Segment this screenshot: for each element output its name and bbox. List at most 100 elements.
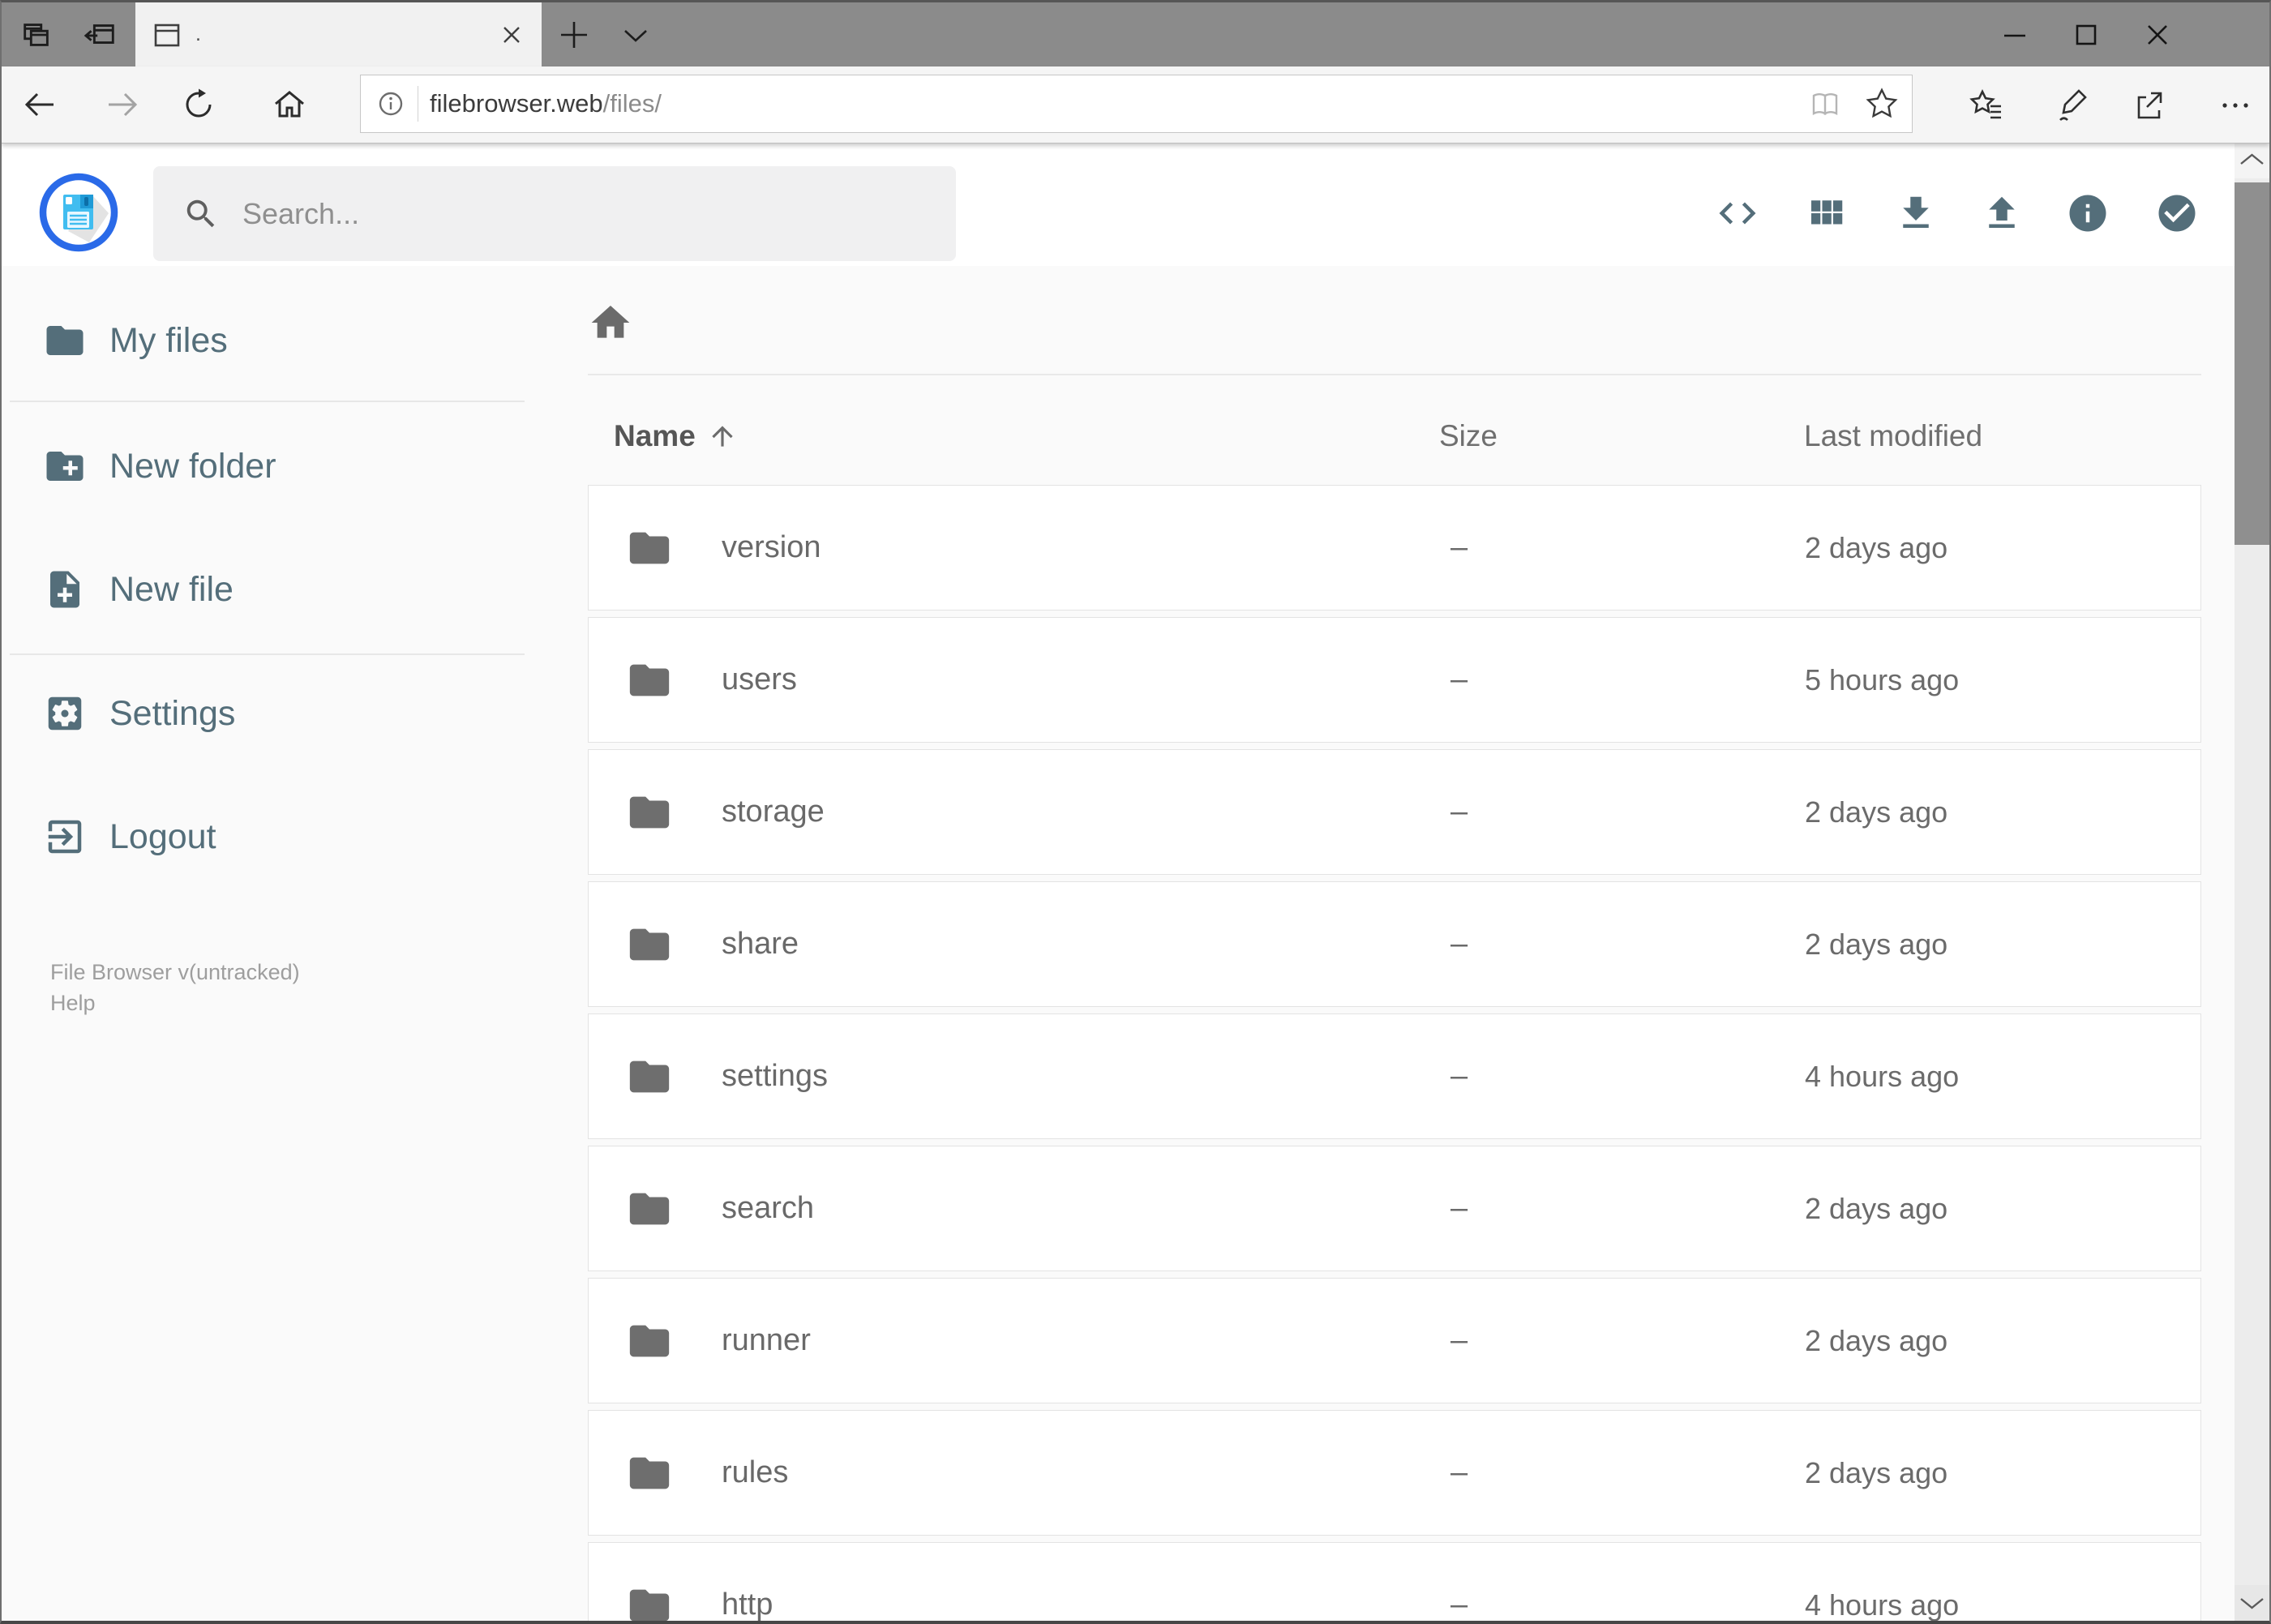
sort-ascending-icon <box>707 421 738 452</box>
file-name: settings <box>722 1059 828 1093</box>
file-size: – <box>1450 1323 1468 1357</box>
reading-view-icon[interactable] <box>1808 87 1842 121</box>
favorites-hub-icon[interactable] <box>1968 87 2005 124</box>
folder-icon <box>626 1582 673 1622</box>
folder-icon <box>626 525 673 572</box>
tab-preview-icon[interactable] <box>19 18 54 52</box>
select-multiple-icon[interactable] <box>2155 191 2199 235</box>
file-size: – <box>1450 530 1468 564</box>
file-modified: 4 hours ago <box>1805 1588 1960 1622</box>
site-info-icon[interactable] <box>377 90 405 118</box>
folder-icon <box>626 921 673 968</box>
sidebar-item-my-files[interactable]: My files <box>2 311 588 370</box>
url-path: /files/ <box>602 89 662 118</box>
file-size: – <box>1450 795 1468 829</box>
folder-icon <box>626 1450 673 1497</box>
file-size: – <box>1450 1191 1468 1225</box>
sidebar-item-label: New file <box>109 569 234 609</box>
table-row[interactable]: search – 2 days ago <box>588 1146 2201 1271</box>
file-name: users <box>722 662 797 696</box>
file-listing: Name Size Last modified version – 2 days… <box>588 266 2235 1621</box>
table-row[interactable]: users – 5 hours ago <box>588 617 2201 743</box>
home-icon[interactable] <box>272 87 307 122</box>
folder-icon <box>626 1318 673 1365</box>
more-menu-icon[interactable] <box>2217 87 2254 124</box>
folder-icon <box>43 319 87 362</box>
set-tabs-aside-icon[interactable] <box>84 18 118 52</box>
window-maximize-icon[interactable] <box>2068 17 2104 53</box>
column-name[interactable]: Name <box>614 419 738 453</box>
sidebar-item-new-folder[interactable]: New folder <box>2 437 588 495</box>
table-row[interactable]: http – 4 hours ago <box>588 1542 2201 1621</box>
share-icon[interactable] <box>2130 87 2167 124</box>
file-name: http <box>722 1588 773 1621</box>
url-text[interactable]: filebrowser.web/files/ <box>430 89 662 118</box>
upload-icon[interactable] <box>1980 191 2024 235</box>
app-version: File Browser v(untracked) <box>50 960 300 984</box>
column-last-modified[interactable]: Last modified <box>1804 419 1982 453</box>
table-row[interactable]: storage – 2 days ago <box>588 749 2201 875</box>
file-name: version <box>722 530 821 564</box>
file-name: share <box>722 927 799 961</box>
scroll-up-icon[interactable] <box>2235 143 2269 178</box>
favorite-star-icon[interactable] <box>1865 87 1899 121</box>
forward-icon[interactable] <box>105 87 140 122</box>
new-tab-icon[interactable] <box>558 19 590 51</box>
sidebar-item-settings[interactable]: Settings <box>2 684 588 743</box>
scrollbar-thumb[interactable] <box>2235 182 2269 545</box>
sidebar-item-logout[interactable]: Logout <box>2 808 588 866</box>
back-icon[interactable] <box>22 87 58 122</box>
tab-list-chevron-icon[interactable] <box>621 22 650 49</box>
sidebar-divider <box>10 401 525 402</box>
sidebar-divider <box>10 653 525 655</box>
logout-icon <box>43 815 87 859</box>
app-header <box>2 143 2269 266</box>
page-icon <box>153 22 181 48</box>
file-modified: 2 days ago <box>1805 927 1948 961</box>
window-close-icon[interactable] <box>2140 17 2175 53</box>
download-icon[interactable] <box>1894 191 1938 235</box>
table-row[interactable]: version – 2 days ago <box>588 485 2201 611</box>
new-folder-icon <box>43 444 87 488</box>
breadcrumb-home-icon[interactable] <box>588 300 633 345</box>
new-file-icon <box>43 568 87 611</box>
table-row[interactable]: runner – 2 days ago <box>588 1278 2201 1403</box>
file-modified: 4 hours ago <box>1805 1059 1960 1093</box>
code-view-icon[interactable] <box>1716 191 1759 235</box>
info-icon[interactable] <box>2066 191 2110 235</box>
settings-icon <box>43 692 87 735</box>
grid-view-icon[interactable] <box>1804 191 1848 235</box>
scroll-down-icon[interactable] <box>2235 1585 2269 1621</box>
table-row[interactable]: share – 2 days ago <box>588 881 2201 1007</box>
tab-title: . <box>195 23 201 45</box>
search-bar[interactable] <box>153 166 956 261</box>
folder-icon <box>626 789 673 836</box>
file-modified: 2 days ago <box>1805 1191 1948 1225</box>
listing-rows: version – 2 days ago users – 5 hours ago <box>588 485 2201 1621</box>
window-minimize-icon[interactable] <box>1997 17 2033 53</box>
table-row[interactable]: rules – 2 days ago <box>588 1410 2201 1536</box>
sidebar-footer: File Browser v(untracked) Help <box>50 957 300 1018</box>
refresh-icon[interactable] <box>181 87 216 122</box>
address-bar[interactable]: filebrowser.web/files/ <box>360 75 1913 133</box>
web-note-pen-icon[interactable] <box>2054 87 2091 124</box>
sidebar: My files New folder New file Settings Lo… <box>2 266 588 1621</box>
tab-close-icon[interactable] <box>499 23 524 47</box>
page-scrollbar[interactable] <box>2235 143 2269 1621</box>
file-modified: 5 hours ago <box>1805 662 1960 696</box>
search-input[interactable] <box>241 195 948 232</box>
folder-icon <box>626 1053 673 1100</box>
sidebar-item-label: New folder <box>109 446 276 486</box>
sidebar-item-label: Settings <box>109 693 236 733</box>
url-domain: filebrowser.web <box>430 89 603 118</box>
folder-icon <box>626 1185 673 1232</box>
browser-tab[interactable]: . <box>135 2 542 66</box>
file-modified: 2 days ago <box>1805 1455 1948 1489</box>
browser-window: . filebrowser.web/files/ Search... My fi… <box>0 0 2271 1624</box>
file-modified: 2 days ago <box>1805 795 1948 829</box>
column-size[interactable]: Size <box>1439 419 1498 453</box>
file-size: – <box>1450 927 1468 961</box>
table-row[interactable]: settings – 4 hours ago <box>588 1013 2201 1139</box>
sidebar-item-new-file[interactable]: New file <box>2 560 588 619</box>
help-link[interactable]: Help <box>50 988 300 1018</box>
